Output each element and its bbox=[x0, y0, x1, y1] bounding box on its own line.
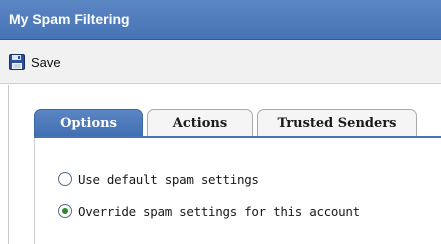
tab-trusted-senders[interactable]: Trusted Senders bbox=[257, 109, 417, 136]
option-default-settings[interactable]: Use default spam settings bbox=[58, 170, 360, 188]
tab-underline bbox=[34, 136, 441, 138]
tab-options[interactable]: Options bbox=[34, 109, 143, 136]
save-label: Save bbox=[31, 54, 61, 70]
tab-trusted-senders-label: Trusted Senders bbox=[277, 116, 397, 131]
content-left-border bbox=[8, 85, 9, 244]
option-override-settings[interactable]: Override spam settings for this account bbox=[58, 202, 360, 220]
tab-actions[interactable]: Actions bbox=[147, 109, 253, 136]
tab-actions-label: Actions bbox=[172, 116, 228, 131]
panel-title-bar: My Spam Filtering bbox=[0, 0, 441, 40]
save-button[interactable]: Save bbox=[9, 53, 61, 71]
toolbar: Save bbox=[0, 40, 441, 84]
radio-default-settings[interactable] bbox=[58, 172, 72, 186]
tab-body-border bbox=[34, 138, 35, 244]
tab-options-label: Options bbox=[60, 116, 117, 131]
panel-title: My Spam Filtering bbox=[9, 11, 130, 27]
spam-options-group: Use default spam settings Override spam … bbox=[58, 170, 360, 234]
option-default-label: Use default spam settings bbox=[78, 171, 259, 187]
option-override-label: Override spam settings for this account bbox=[78, 203, 360, 219]
radio-override-settings[interactable] bbox=[58, 204, 72, 218]
spam-filtering-panel: My Spam Filtering Save Options Actions T… bbox=[0, 0, 441, 244]
floppy-disk-icon bbox=[9, 54, 25, 70]
